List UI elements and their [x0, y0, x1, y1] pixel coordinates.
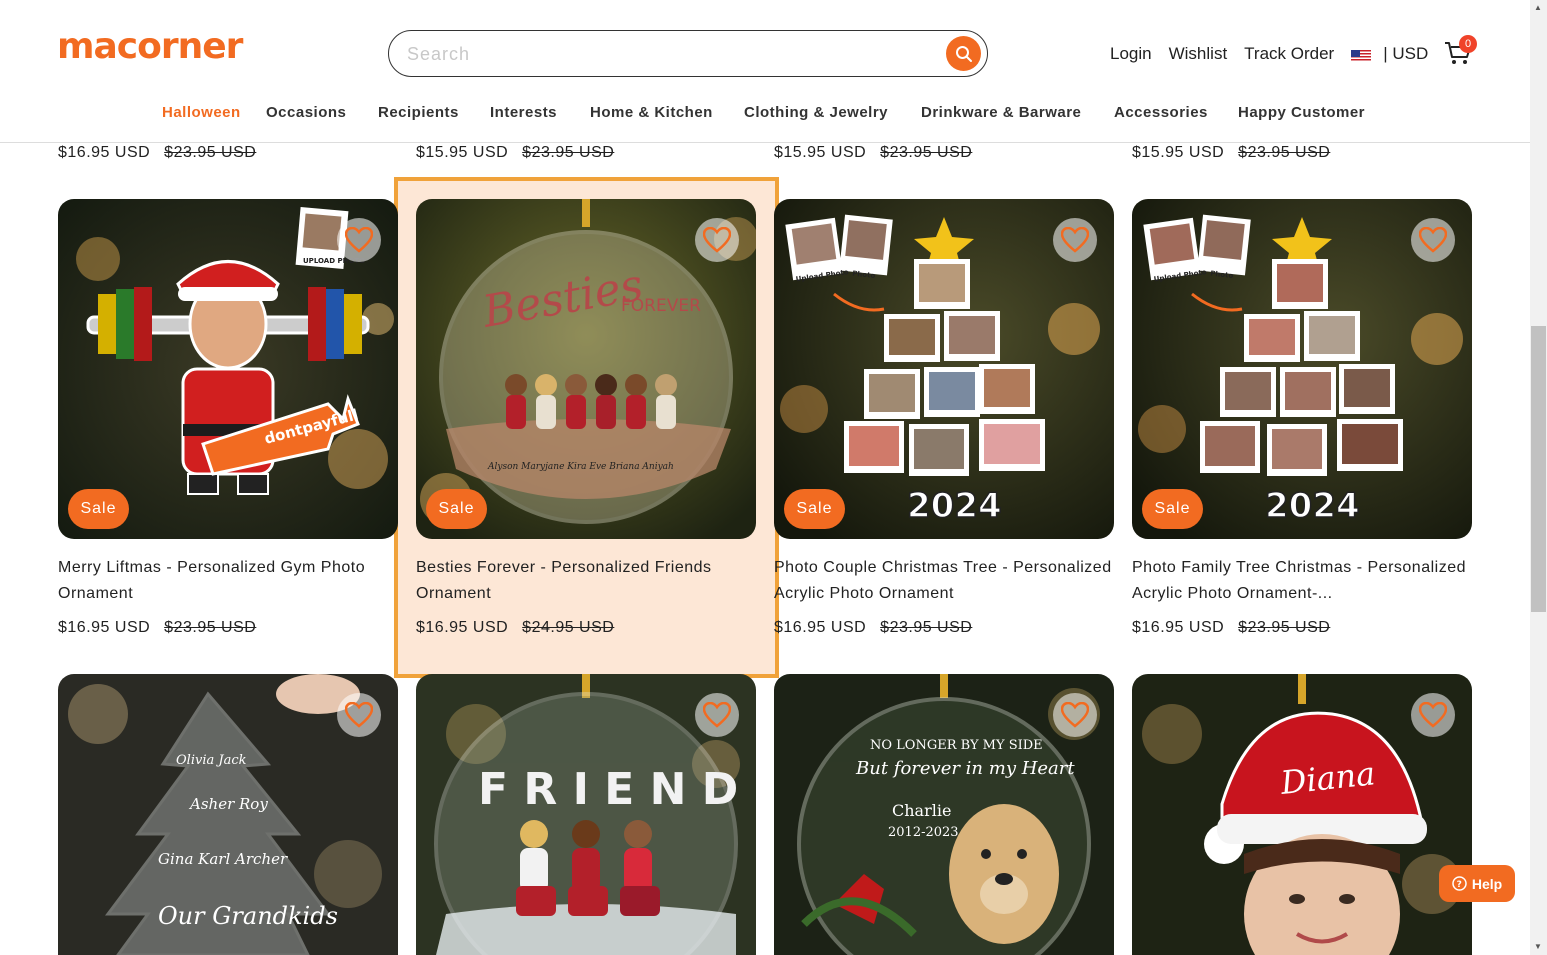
product-image[interactable]: Olivia Jack Asher Roy Gina Karl Archer O…: [58, 674, 398, 955]
svg-text:2024: 2024: [907, 486, 1002, 526]
product-title[interactable]: Besties Forever - Personalized Friends O…: [416, 555, 761, 607]
wishlist-heart-icon[interactable]: [695, 693, 739, 737]
product-image[interactable]: Besties FOREVER Alyson Maryjane Kira Eve…: [416, 199, 756, 539]
sale-badge: Sale: [1142, 489, 1203, 529]
sale-badge: Sale: [426, 489, 487, 529]
wishlist-heart-icon[interactable]: [337, 693, 381, 737]
wishlist-heart-icon[interactable]: [1411, 218, 1455, 262]
help-button[interactable]: ? Help: [1439, 865, 1515, 902]
svg-text:Our Grandkids: Our Grandkids: [158, 902, 338, 930]
wishlist-link[interactable]: Wishlist: [1169, 44, 1228, 64]
wishlist-heart-icon[interactable]: [695, 218, 739, 262]
svg-text:Charlie: Charlie: [892, 801, 951, 820]
cart-count-badge: 0: [1459, 35, 1477, 53]
svg-text:Alyson Maryjane Kira Eve: Alyson Maryjane Kira Eve Briana Aniyah: [487, 462, 674, 472]
product-title[interactable]: Photo Couple Christmas Tree - Personaliz…: [774, 555, 1119, 607]
nav-item-happy-customer[interactable]: Happy Customer: [1238, 104, 1365, 121]
product-price: $16.95 USD $24.95 USD: [416, 619, 615, 636]
nav-item-accessories[interactable]: Accessories: [1114, 104, 1208, 121]
scroll-down-arrow-icon[interactable]: ▼: [1534, 942, 1542, 951]
login-link[interactable]: Login: [1110, 44, 1152, 64]
product-title[interactable]: Photo Family Tree Christmas - Personaliz…: [1132, 555, 1477, 607]
nav-item-halloween[interactable]: Halloween: [162, 104, 241, 121]
product-image[interactable]: F R I E N D S: [416, 674, 756, 955]
us-flag-icon[interactable]: [1351, 48, 1372, 61]
svg-text:FOREVER: FOREVER: [621, 296, 701, 316]
product-image[interactable]: NO LONGER BY MY SIDE But forever in my H…: [774, 674, 1114, 955]
product-price: $16.95 USD $23.95 USD: [1132, 619, 1331, 636]
question-circle-icon: ?: [1452, 876, 1467, 891]
prev-price-row: $15.95 USD $23.95 USD: [1132, 144, 1331, 161]
product-price: $16.95 USD $23.95 USD: [774, 619, 973, 636]
currency-selector[interactable]: | USD: [1383, 44, 1428, 64]
prev-price-row: $15.95 USD $23.95 USD: [416, 144, 615, 161]
search-icon: [955, 45, 972, 62]
site-logo[interactable]: macorner: [57, 26, 243, 67]
nav-item-recipients[interactable]: Recipients: [378, 104, 459, 121]
account-links: Login Wishlist Track Order | USD: [1110, 44, 1428, 64]
search-bar: [388, 30, 988, 77]
svg-text:Gina Karl Archer: Gina Karl Archer: [158, 850, 288, 868]
wishlist-heart-icon[interactable]: [1411, 693, 1455, 737]
search-button[interactable]: [946, 36, 981, 71]
svg-text:Asher Roy: Asher Roy: [188, 795, 268, 813]
scrollbar-thumb[interactable]: [1531, 326, 1546, 612]
svg-text:2024: 2024: [1265, 486, 1360, 526]
sale-badge: Sale: [68, 489, 129, 529]
product-grid: $16.95 USD $23.95 USD $15.95 USD $23.95 US…: [0, 0, 1530, 955]
product-image[interactable]: dontpayfull UPLOAD PHOTO Sale: [58, 199, 398, 539]
svg-text:But forever in my Heart: But forever in my Heart: [855, 758, 1075, 779]
scroll-up-arrow-icon[interactable]: ▲: [1534, 3, 1542, 12]
track-order-link[interactable]: Track Order: [1244, 44, 1334, 64]
prev-price-row: $16.95 USD $23.95 USD: [58, 144, 257, 161]
svg-text:Olivia Jack: Olivia Jack: [176, 753, 247, 768]
site-header: macorner Login Wishlist Track Order | US…: [0, 0, 1530, 143]
product-title[interactable]: Merry Liftmas - Personalized Gym Photo O…: [58, 555, 403, 607]
svg-text:NO LONGER BY MY SIDE: NO LONGER BY MY SIDE: [870, 738, 1043, 753]
sale-badge: Sale: [784, 489, 845, 529]
nav-item-occasions[interactable]: Occasions: [266, 104, 346, 121]
wishlist-heart-icon[interactable]: [1053, 218, 1097, 262]
svg-text:2012-2023: 2012-2023: [888, 825, 959, 840]
nav-item-drinkware-barware[interactable]: Drinkware & Barware: [921, 104, 1081, 121]
product-price: $16.95 USD $23.95 USD: [58, 619, 257, 636]
wishlist-heart-icon[interactable]: [337, 218, 381, 262]
product-image[interactable]: 2024 Upload Photo Photo Sale: [1132, 199, 1472, 539]
svg-text:?: ?: [1456, 880, 1461, 890]
search-input[interactable]: [407, 43, 927, 65]
help-label: Help: [1471, 875, 1503, 892]
product-image[interactable]: Diana: [1132, 674, 1472, 955]
nav-item-home-kitchen[interactable]: Home & Kitchen: [590, 104, 713, 121]
svg-text:F R I E N D S: F R I E N D S: [478, 764, 756, 815]
product-image[interactable]: 2024 Upload Photo Photo Sale: [774, 199, 1114, 539]
nav-item-interests[interactable]: Interests: [490, 104, 557, 121]
wishlist-heart-icon[interactable]: [1053, 693, 1097, 737]
nav-item-clothing-jewelry[interactable]: Clothing & Jewelry: [744, 104, 888, 121]
prev-price-row: $15.95 USD $23.95 USD: [774, 144, 973, 161]
